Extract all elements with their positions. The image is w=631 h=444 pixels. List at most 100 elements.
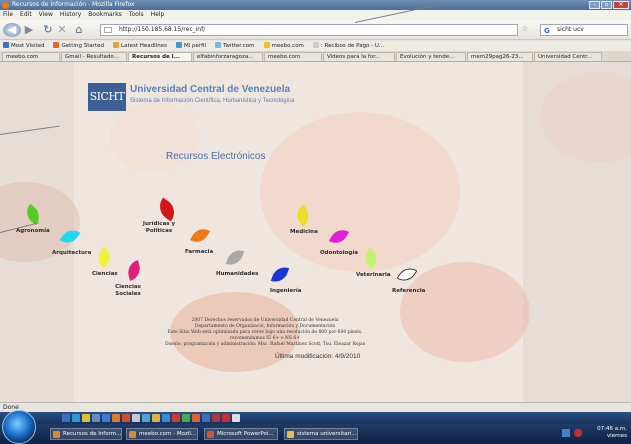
menu-file[interactable]: File (3, 10, 13, 20)
quick-launch-icon[interactable] (112, 414, 120, 422)
menu-view[interactable]: View (39, 10, 53, 20)
bookmark-icon (53, 42, 60, 48)
quick-launch-icons (62, 414, 240, 422)
quick-launch-icon[interactable] (92, 414, 100, 422)
quick-launch-icon[interactable] (202, 414, 210, 422)
menu-tools[interactable]: Tools (129, 10, 144, 20)
search-bar[interactable]: G sicht ucv (540, 24, 628, 36)
close-button[interactable]: ✕ (613, 1, 629, 9)
category-referencia[interactable]: Referencia (392, 288, 425, 295)
clock[interactable]: 07:46 a.m. viernes (597, 426, 627, 440)
url-bar[interactable]: http://150.185.68.15/rec_inf/ (100, 24, 518, 36)
quick-launch-icon[interactable] (62, 414, 70, 422)
leaf-ingenieria[interactable] (270, 263, 290, 286)
tab[interactable]: meebo.com (2, 52, 60, 61)
bookmark-icon (263, 42, 270, 48)
tab[interactable]: Universidad Centr... (534, 52, 602, 61)
category-ciencias[interactable]: Ciencias (92, 271, 118, 278)
quick-launch-icon[interactable] (132, 414, 140, 422)
firefox-task-icon (53, 431, 60, 438)
quick-launch-icon[interactable] (72, 414, 80, 422)
bookmark-label: meebo.com (271, 43, 304, 49)
bookmark-label: Mi perfil (183, 43, 207, 49)
leaf-juridicas[interactable] (154, 197, 180, 222)
footer-credits: 2007 Derechos reservados de Universidad … (150, 318, 380, 348)
leaf-humanidades[interactable] (225, 246, 245, 269)
forward-button[interactable]: ▶ (22, 23, 36, 37)
quick-launch-icon[interactable] (222, 414, 230, 422)
quick-launch-icon[interactable] (212, 414, 220, 422)
stop-button[interactable]: ✕ (56, 23, 68, 37)
tab[interactable]: Evolución y tende... (396, 52, 466, 61)
university-name: Universidad Central de Venezuela (130, 84, 291, 95)
start-button[interactable] (2, 410, 36, 444)
menu-help[interactable]: Help (151, 10, 165, 20)
google-icon: G (544, 27, 550, 35)
home-button[interactable]: ⌂ (72, 23, 86, 37)
minimize-button[interactable]: – (589, 1, 600, 9)
tab[interactable]: Videos para la for... (323, 52, 395, 61)
quick-launch-icon[interactable] (192, 414, 200, 422)
quick-launch-icon[interactable] (232, 414, 240, 422)
network-icon[interactable] (562, 429, 570, 437)
task-powerpoint[interactable]: Microsoft PowerPoi... (204, 428, 278, 440)
menu-history[interactable]: History (60, 10, 81, 20)
category-juridicas[interactable]: Jurídicas y Políticas (141, 221, 177, 235)
category-medicina[interactable]: Medicina (290, 229, 318, 236)
quick-launch-icon[interactable] (82, 414, 90, 422)
back-button[interactable]: ◀ (3, 23, 21, 37)
leaf-farmacia[interactable] (189, 224, 211, 247)
window-title: Recursos de Información - Mozilla Firefo… (12, 1, 135, 8)
task-recursos[interactable]: Recursos de Inform... (50, 428, 122, 440)
bookmark-item[interactable]: Latest Headlines (113, 41, 167, 51)
bookmark-icon (175, 42, 182, 48)
quick-launch-icon[interactable] (172, 414, 180, 422)
quick-launch-icon[interactable] (122, 414, 130, 422)
bookmark-item[interactable]: Most Visited (3, 41, 44, 51)
quick-launch-icon[interactable] (102, 414, 110, 422)
tab[interactable]: elfabinforzaragoza... (193, 52, 263, 61)
bookmark-icon (312, 42, 319, 48)
bookmark-item[interactable]: Getting Started (53, 41, 104, 51)
task-label: Microsoft PowerPoi... (217, 431, 274, 437)
task-meebo[interactable]: meebo.com - Mozil... (126, 428, 198, 440)
category-humanidades[interactable]: Humanidades (216, 271, 258, 278)
tab[interactable]: mem29pag26-23... (467, 52, 533, 61)
quick-launch-icon[interactable] (162, 414, 170, 422)
tab[interactable]: Recursos de I... (128, 52, 192, 61)
category-veterinaria[interactable]: Veterinaria (356, 272, 391, 279)
bookmark-item[interactable]: Twitter.com (215, 41, 255, 51)
category-agronomia[interactable]: Agronomía (16, 228, 50, 235)
menu-edit[interactable]: Edit (20, 10, 32, 20)
quick-launch-icon[interactable] (142, 414, 150, 422)
tab[interactable]: meebo.com (264, 52, 322, 61)
bookmark-icon (215, 42, 222, 48)
bookmark-label: Latest Headlines (121, 43, 167, 49)
sicht-logo[interactable]: SICHT (88, 83, 126, 111)
category-ciencias-sociales[interactable]: Ciencias Sociales (108, 284, 148, 298)
task-label: Recursos de Inform... (63, 431, 122, 437)
menu-bookmarks[interactable]: Bookmarks (88, 10, 122, 20)
category-ingenieria[interactable]: Ingeniería (270, 288, 301, 295)
leaf-ciencias-sociales[interactable] (125, 260, 143, 281)
reload-button[interactable]: ↻ (42, 23, 54, 37)
category-arquitectura[interactable]: Arquitectura (52, 250, 91, 257)
quick-launch-icon[interactable] (182, 414, 190, 422)
bookmark-star-icon[interactable]: ☆ (521, 24, 528, 33)
bookmark-item[interactable]: : Recibos de Pago - U... (312, 41, 384, 51)
footer-line: Diseño, programación y administración: M… (164, 342, 366, 347)
url-text: http://150.185.68.15/rec_inf/ (119, 26, 206, 33)
leaf-ciencias[interactable] (93, 246, 115, 269)
system-name: Sistema de Información Científica, Human… (130, 98, 295, 104)
category-odontologia[interactable]: Odontología (320, 250, 358, 257)
title-bar: Recursos de Información - Mozilla Firefo… (0, 0, 631, 10)
taskbar: Recursos de Inform... meebo.com - Mozil.… (0, 410, 631, 444)
tab[interactable]: Gmail - Resultado... (61, 52, 127, 61)
quick-launch-icon[interactable] (152, 414, 160, 422)
bookmark-item[interactable]: meebo.com (263, 41, 304, 51)
maximize-button[interactable]: ▫ (601, 1, 612, 9)
bookmark-item[interactable]: Mi perfil (175, 41, 207, 51)
alert-icon[interactable] (574, 429, 582, 437)
category-farmacia[interactable]: Farmacia (185, 249, 213, 256)
task-folder[interactable]: sistema universitari... (284, 428, 358, 440)
